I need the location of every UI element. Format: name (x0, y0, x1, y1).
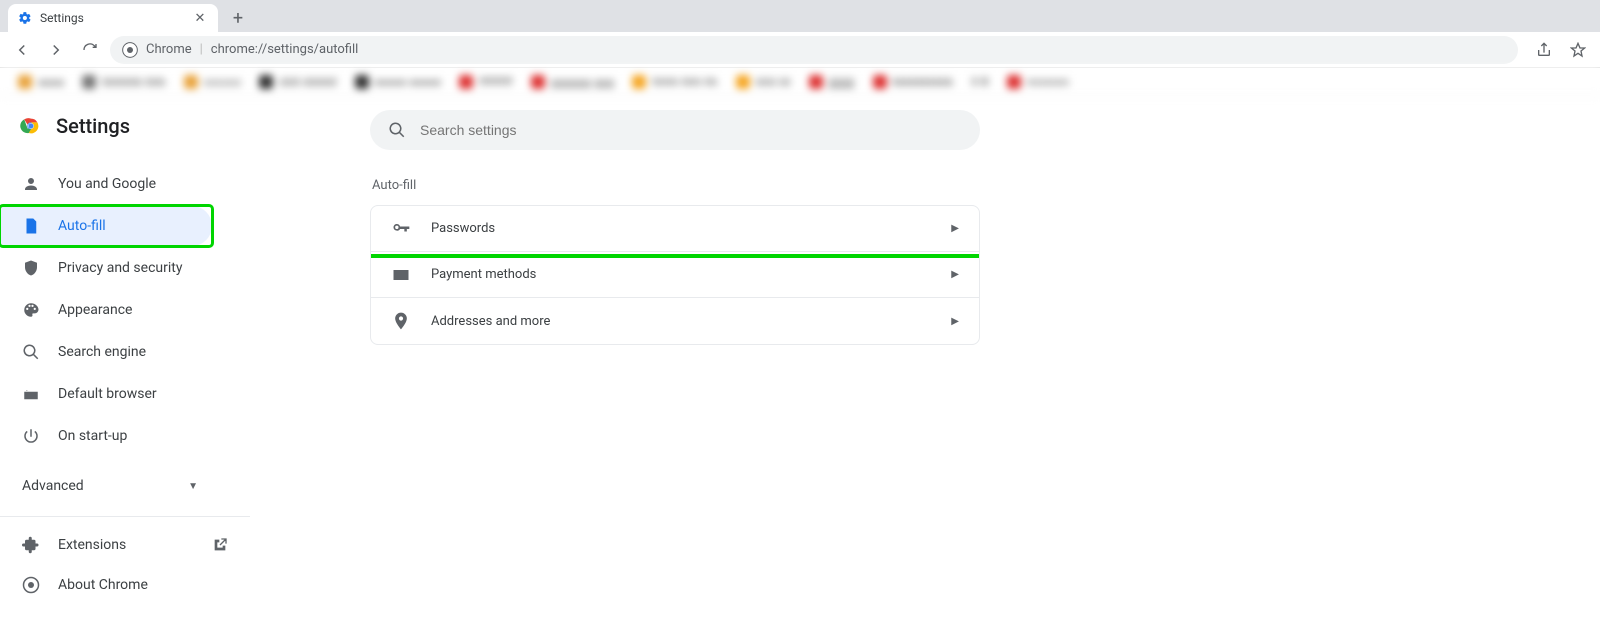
chevron-right-icon: ▶ (951, 269, 959, 280)
sidebar-item-label: Default browser (58, 386, 157, 402)
row-label: Passwords (431, 221, 495, 236)
sidebar-item-you-and-google[interactable]: You and Google (0, 164, 250, 204)
omnibox-site-label: Chrome (146, 42, 192, 57)
sidebar-item-appearance[interactable]: Appearance (0, 290, 250, 330)
sidebar-item-label: Auto-fill (58, 218, 106, 234)
close-icon[interactable]: ✕ (192, 10, 208, 26)
search-input[interactable] (420, 122, 962, 138)
palette-icon (22, 301, 40, 319)
sidebar-item-label: Extensions (58, 537, 126, 553)
sidebar-item-label: Appearance (58, 302, 132, 318)
sidebar-item-startup[interactable]: On start-up (0, 416, 250, 456)
row-label: Payment methods (431, 267, 536, 282)
open-external-icon (212, 537, 228, 553)
chrome-logo-icon (20, 115, 42, 137)
sidebar-item-label: On start-up (58, 428, 127, 444)
search-icon (22, 343, 40, 361)
row-label: Addresses and more (431, 314, 550, 329)
row-passwords[interactable]: Passwords ▶ (371, 206, 979, 252)
sidebar-item-autofill[interactable]: Auto-fill (0, 206, 212, 246)
back-button[interactable] (8, 36, 36, 64)
settings-page: Settings You and Google Auto-fill Privac… (0, 96, 1600, 634)
sidebar-item-about[interactable]: About Chrome (0, 565, 250, 605)
row-addresses[interactable]: Addresses and more ▶ (371, 298, 979, 344)
tab-strip: Settings ✕ + (0, 0, 1600, 32)
forward-button[interactable] (42, 36, 70, 64)
chrome-icon (122, 42, 138, 58)
extension-icon (22, 536, 40, 554)
main-content: Auto-fill Passwords ▶ Payment methods ▶ … (250, 96, 1600, 634)
reload-button[interactable] (76, 36, 104, 64)
omnibox-url: chrome://settings/autofill (211, 42, 359, 57)
gear-icon (18, 11, 32, 25)
power-icon (22, 427, 40, 445)
autofill-icon (22, 217, 40, 235)
divider: | (200, 42, 203, 57)
person-icon (22, 175, 40, 193)
sidebar: Settings You and Google Auto-fill Privac… (0, 96, 250, 634)
key-icon (391, 219, 411, 239)
sidebar-nav: You and Google Auto-fill Privacy and sec… (0, 156, 250, 464)
sidebar-item-extensions[interactable]: Extensions (0, 525, 250, 565)
tab-title: Settings (40, 11, 84, 25)
row-payment-methods[interactable]: Payment methods ▶ (371, 252, 979, 298)
sidebar-advanced[interactable]: Advanced ▼ (0, 464, 220, 508)
bookmark-star-icon[interactable] (1564, 36, 1592, 64)
bookmarks-bar: aaaa bbbbbb bbb cccccc ddd ddddd eeeee e… (0, 68, 1600, 96)
search-icon (388, 121, 406, 139)
sidebar-item-label: You and Google (58, 176, 156, 192)
browser-tab[interactable]: Settings ✕ (8, 4, 218, 32)
page-title: Settings (56, 114, 130, 138)
card-icon (391, 265, 411, 285)
browser-toolbar: Chrome | chrome://settings/autofill (0, 32, 1600, 68)
sidebar-item-label: Privacy and security (58, 260, 182, 276)
sidebar-item-search-engine[interactable]: Search engine (0, 332, 250, 372)
chevron-right-icon: ▶ (951, 223, 959, 234)
sidebar-item-label: About Chrome (58, 577, 148, 593)
sidebar-item-label: Search engine (58, 344, 146, 360)
address-bar[interactable]: Chrome | chrome://settings/autofill (110, 36, 1518, 64)
share-icon[interactable] (1530, 36, 1558, 64)
sidebar-advanced-label: Advanced (22, 478, 84, 494)
chevron-right-icon: ▶ (951, 316, 959, 327)
autofill-card: Passwords ▶ Payment methods ▶ Addresses … (370, 205, 980, 345)
sidebar-header: Settings (0, 114, 250, 156)
chrome-gray-icon (22, 576, 40, 594)
location-icon (391, 311, 411, 331)
search-settings[interactable] (370, 110, 980, 150)
sidebar-item-privacy[interactable]: Privacy and security (0, 248, 250, 288)
section-title: Auto-fill (370, 178, 1050, 193)
new-tab-button[interactable]: + (224, 4, 252, 32)
divider (0, 516, 250, 517)
sidebar-item-default-browser[interactable]: Default browser (0, 374, 250, 414)
shield-icon (22, 259, 40, 277)
chevron-down-icon: ▼ (188, 481, 198, 492)
browser-icon (22, 385, 40, 403)
